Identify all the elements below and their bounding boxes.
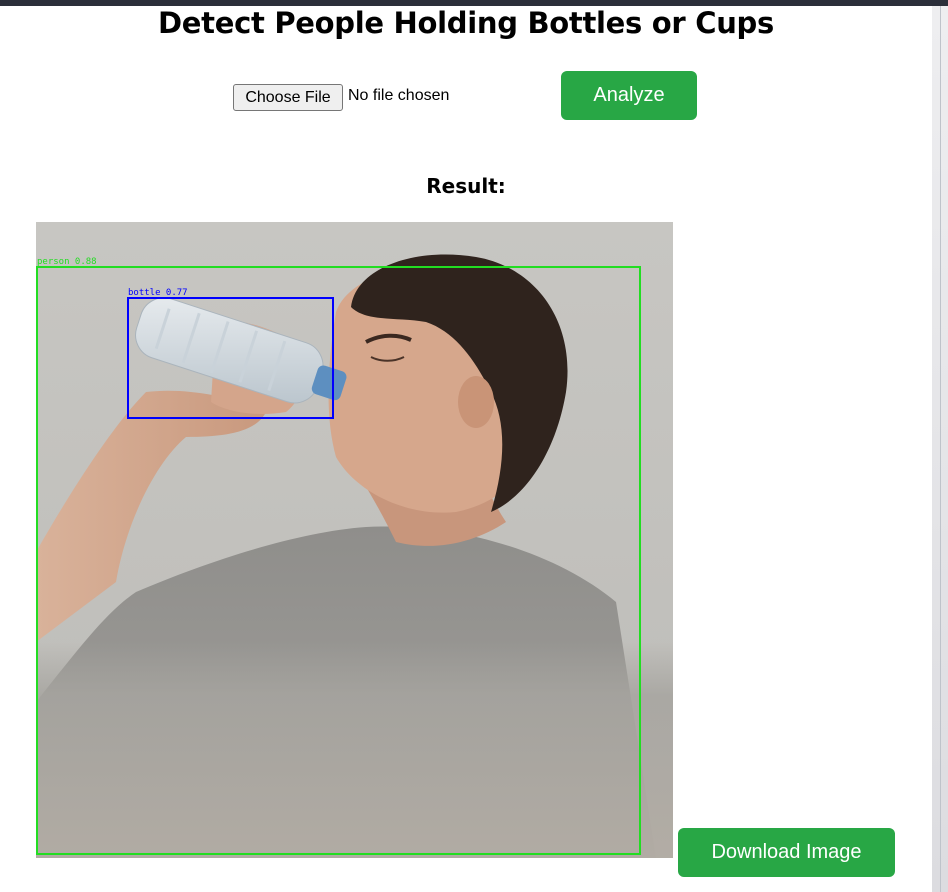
analyze-button[interactable]: Analyze bbox=[561, 71, 697, 120]
choose-file-button[interactable]: Choose File bbox=[233, 84, 343, 111]
bottle-detection-label: bottle 0.77 bbox=[128, 288, 188, 298]
result-image: person 0.88 bottle 0.77 bbox=[36, 222, 673, 858]
page-title: Detect People Holding Bottles or Cups bbox=[158, 6, 774, 40]
result-image-illustration: person 0.88 bottle 0.77 bbox=[36, 222, 673, 858]
page-content: Detect People Holding Bottles or Cups Ch… bbox=[0, 6, 932, 892]
scrollbar-track-line bbox=[940, 6, 941, 892]
person-detection-label: person 0.88 bbox=[37, 257, 97, 267]
file-status-text: No file chosen bbox=[348, 87, 450, 104]
download-image-button[interactable]: Download Image bbox=[678, 828, 895, 877]
result-heading: Result: bbox=[426, 174, 506, 198]
scrollbar-gutter[interactable] bbox=[932, 6, 948, 892]
